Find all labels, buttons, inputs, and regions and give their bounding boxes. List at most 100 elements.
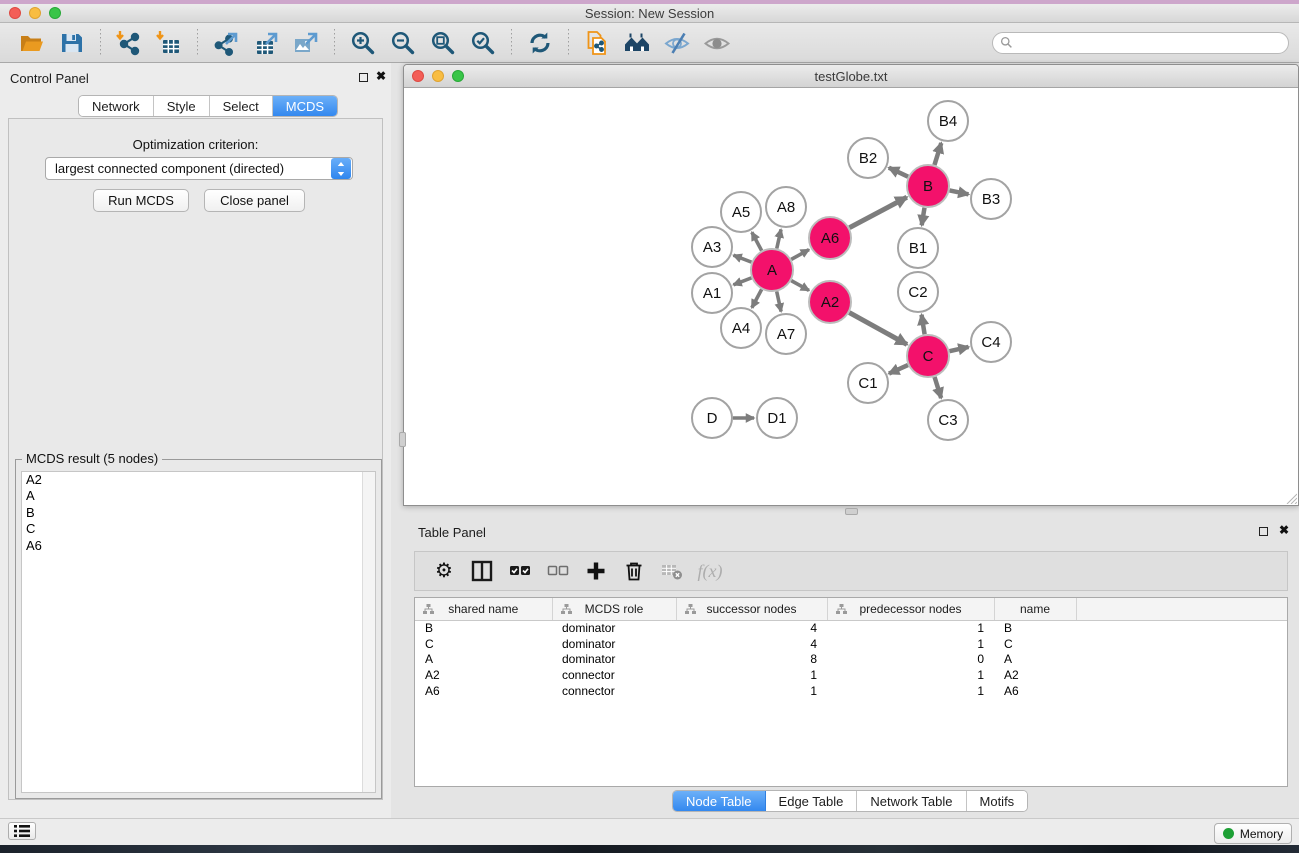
graph-node-B2[interactable]: B2 <box>848 138 888 178</box>
mcds-result-item[interactable]: A <box>22 488 375 504</box>
tab-mcds[interactable]: MCDS <box>273 96 337 116</box>
hide-selected-button[interactable] <box>662 28 692 58</box>
graph-edge-A-A1[interactable] <box>733 278 751 285</box>
graph-edge-A-A2[interactable] <box>791 281 809 291</box>
result-list-scrollbar[interactable] <box>362 472 375 792</box>
network-window-titlebar[interactable]: testGlobe.txt <box>404 65 1298 88</box>
open-session-button[interactable] <box>17 28 47 58</box>
table-cell[interactable]: 8 <box>676 652 827 668</box>
export-table-button[interactable] <box>251 28 281 58</box>
column-header-shared-name[interactable]: shared name <box>415 598 552 620</box>
run-mcds-button[interactable]: Run MCDS <box>93 189 189 212</box>
table-cell[interactable]: dominator <box>552 636 676 652</box>
graph-node-C[interactable]: C <box>907 335 949 377</box>
zoom-selected-button[interactable] <box>468 28 498 58</box>
add-row-button[interactable] <box>581 556 611 586</box>
zoom-fit-button[interactable] <box>428 28 458 58</box>
graph-edge-C-C2[interactable] <box>922 315 925 335</box>
select-all-button[interactable] <box>505 556 535 586</box>
graph-node-A1[interactable]: A1 <box>692 273 732 313</box>
graph-node-A5[interactable]: A5 <box>721 192 761 232</box>
table-cell[interactable]: dominator <box>552 652 676 668</box>
graph-edge-A-A8[interactable] <box>777 229 781 248</box>
graph-edge-A-A4[interactable] <box>752 289 762 307</box>
export-network-button[interactable] <box>211 28 241 58</box>
table-cell[interactable]: 1 <box>676 667 827 683</box>
graph-node-B1[interactable]: B1 <box>898 228 938 268</box>
tab-style[interactable]: Style <box>154 96 210 116</box>
table-cell[interactable]: B <box>994 620 1076 636</box>
table-row[interactable]: A2connector11A2 <box>415 667 1287 683</box>
tab-network-table[interactable]: Network Table <box>857 791 966 811</box>
graph-node-B[interactable]: B <box>907 165 949 207</box>
save-session-button[interactable] <box>57 28 87 58</box>
tab-select[interactable]: Select <box>210 96 273 116</box>
graph-edge-B-B3[interactable] <box>950 190 969 194</box>
graph-edge-A6-B[interactable] <box>849 197 906 227</box>
refresh-button[interactable] <box>525 28 555 58</box>
graph-node-C4[interactable]: C4 <box>971 322 1011 362</box>
graph-node-A3[interactable]: A3 <box>692 227 732 267</box>
graph-node-B4[interactable]: B4 <box>928 101 968 141</box>
delete-selected-button[interactable] <box>619 556 649 586</box>
graph-edge-A-A6[interactable] <box>791 250 809 260</box>
table-row[interactable]: Cdominator41C <box>415 636 1287 652</box>
table-cell[interactable]: dominator <box>552 620 676 636</box>
tab-edge-table[interactable]: Edge Table <box>766 791 858 811</box>
table-cell[interactable]: 1 <box>827 683 994 699</box>
graph-node-C1[interactable]: C1 <box>848 363 888 403</box>
graph-edge-A-A3[interactable] <box>733 255 751 262</box>
graph-node-A4[interactable]: A4 <box>721 308 761 348</box>
graph-edge-B-B2[interactable] <box>889 168 908 177</box>
graph-node-C3[interactable]: C3 <box>928 400 968 440</box>
export-image-button[interactable] <box>291 28 321 58</box>
table-settings-button[interactable]: ⚙ <box>429 556 459 586</box>
table-cell[interactable]: A6 <box>994 683 1076 699</box>
search-input[interactable] <box>1013 34 1288 52</box>
network-hscroll-thumb[interactable] <box>845 508 858 515</box>
show-all-button[interactable] <box>702 28 732 58</box>
table-cell[interactable] <box>1076 652 1287 668</box>
close-panel-button[interactable]: Close panel <box>204 189 305 212</box>
zoom-out-button[interactable] <box>388 28 418 58</box>
table-cell[interactable]: 1 <box>676 683 827 699</box>
table-cell[interactable]: B <box>415 620 552 636</box>
table-cell[interactable]: A2 <box>994 667 1076 683</box>
graph-node-D[interactable]: D <box>692 398 732 438</box>
table-cell[interactable]: connector <box>552 683 676 699</box>
show-columns-button[interactable] <box>467 556 497 586</box>
tab-node-table[interactable]: Node Table <box>673 791 766 811</box>
graph-edge-C-C4[interactable] <box>949 347 968 351</box>
mcds-result-item[interactable]: B <box>22 505 375 521</box>
home-button[interactable] <box>622 28 652 58</box>
copy-network-button[interactable] <box>582 28 612 58</box>
column-header-successor-nodes[interactable]: successor nodes <box>676 598 827 620</box>
search-field[interactable] <box>992 32 1289 54</box>
table-cell[interactable]: A <box>415 652 552 668</box>
table-cell[interactable]: 1 <box>827 620 994 636</box>
table-cell[interactable] <box>1076 636 1287 652</box>
column-header-name[interactable]: name <box>994 598 1076 620</box>
graph-edge-C-C3[interactable] <box>935 377 942 398</box>
mcds-result-item[interactable]: A2 <box>22 472 375 488</box>
network-vscroll-thumb[interactable] <box>399 432 406 447</box>
float-panel-icon[interactable] <box>359 73 368 82</box>
column-header-MCDS-role[interactable]: MCDS role <box>552 598 676 620</box>
network-canvas[interactable]: B4B2BB3A5A8A6A3B1AA1C2A2A4A7C4CC1C3DD1 <box>404 88 1298 505</box>
tab-motifs[interactable]: Motifs <box>967 791 1028 811</box>
table-float-panel-icon[interactable] <box>1259 527 1268 536</box>
table-cell[interactable]: 4 <box>676 636 827 652</box>
graph-edge-C-C1[interactable] <box>889 365 908 374</box>
table-cell[interactable] <box>1076 620 1287 636</box>
deselect-all-button[interactable] <box>543 556 573 586</box>
table-cell[interactable]: C <box>415 636 552 652</box>
graph-edge-A-A7[interactable] <box>777 291 781 311</box>
graph-edge-A2-C[interactable] <box>849 313 907 345</box>
table-close-panel-icon[interactable]: ✖ <box>1279 526 1289 535</box>
graph-edge-B-B4[interactable] <box>934 143 941 165</box>
graph-edge-A-A5[interactable] <box>752 232 762 250</box>
table-cell[interactable]: A6 <box>415 683 552 699</box>
mcds-result-item[interactable]: A6 <box>22 538 375 554</box>
table-cell[interactable]: 0 <box>827 652 994 668</box>
table-row[interactable]: Adominator80A <box>415 652 1287 668</box>
